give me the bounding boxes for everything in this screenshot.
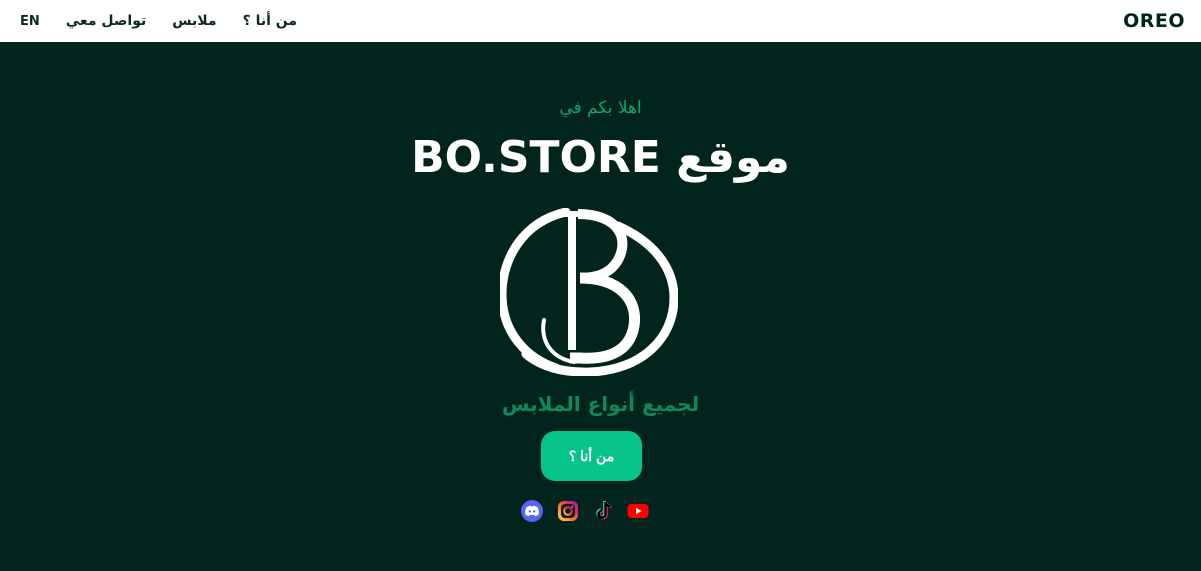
discord-icon[interactable] [520,499,544,523]
tiktok-icon[interactable] [592,499,616,523]
nav-link-contact[interactable]: تواصل معي [66,13,146,29]
brand-logo-text[interactable]: OREO [1123,0,1185,42]
about-me-button[interactable]: من أنا ؟ [541,431,642,481]
top-navbar: EN تواصل معي ملابس من أنا ؟ OREO [0,0,1201,42]
nav-link-about[interactable]: من أنا ؟ [243,13,297,29]
page-title: موقع BO.STORE [411,132,790,183]
instagram-icon[interactable] [556,499,580,523]
nav-link-clothes[interactable]: ملابس [172,13,216,29]
hero-section: اهلا بكم في موقع BO.STORE لجميع أنواع ال… [0,42,1201,571]
welcome-text: اهلا بكم في [559,98,642,118]
youtube-icon[interactable] [626,499,650,523]
social-links [520,499,660,523]
nav-language-toggle[interactable]: EN [20,14,40,29]
bo-logo-icon [500,208,678,376]
nav-links: EN تواصل معي ملابس من أنا ؟ [20,0,323,42]
tagline: لجميع أنواع الملابس [501,392,700,416]
